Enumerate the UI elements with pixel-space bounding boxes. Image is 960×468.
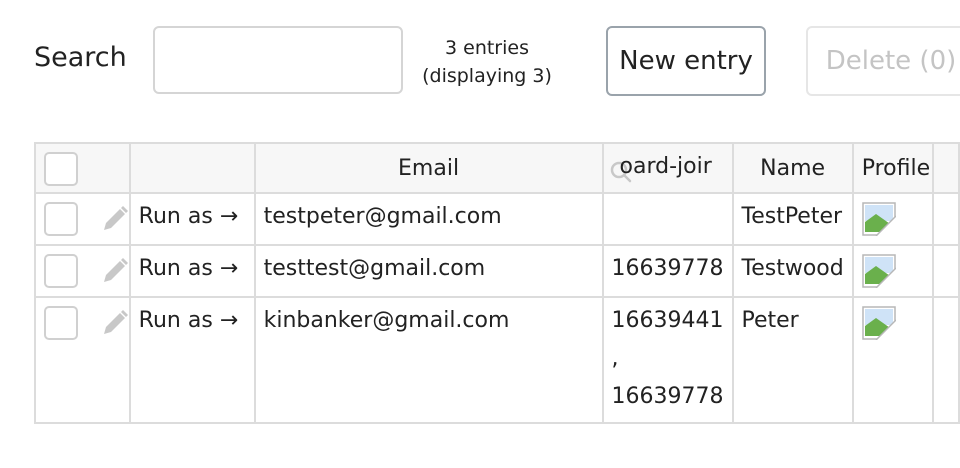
onboard-cell: 16639441 , 16639778 (601, 296, 734, 424)
profile-cell (851, 192, 934, 246)
delete-button[interactable]: Delete (0) (806, 26, 960, 96)
run-as-link[interactable]: Run as → (132, 195, 253, 232)
table-row: Run as → testpeter@gmail.com TestPeter (34, 192, 960, 246)
broken-image-icon (861, 306, 896, 340)
row-select-cell (34, 244, 131, 298)
email-cell: testpeter@gmail.com (253, 192, 604, 246)
overflow-cell (931, 244, 960, 298)
email-cell: kinbanker@gmail.com (253, 296, 604, 424)
onboard-value-line: 16639778 (611, 384, 724, 409)
row-checkbox[interactable] (44, 202, 78, 236)
name-header[interactable]: Name (731, 142, 854, 194)
broken-image-icon (861, 202, 896, 236)
onboard-value-separator: , (611, 346, 619, 371)
entries-total: 3 entries (445, 37, 529, 59)
name-cell: Testwood (731, 244, 854, 298)
profile-header[interactable]: Profile (851, 142, 934, 194)
onboard-header[interactable]: oard-joir (601, 142, 734, 194)
row-select-cell (34, 296, 131, 424)
run-as-header (128, 142, 256, 194)
edit-pencil-icon[interactable] (100, 256, 130, 286)
overflow-cell (931, 296, 960, 424)
email-header[interactable]: Email (253, 142, 604, 194)
select-all-checkbox[interactable] (44, 152, 78, 186)
entries-count: 3 entries (displaying 3) (412, 34, 562, 90)
entries-displaying: (displaying 3) (422, 65, 552, 87)
name-cell: Peter (731, 296, 854, 424)
toolbar: Search 3 entries (displaying 3) New entr… (0, 0, 960, 120)
table-row: Run as → testtest@gmail.com 16639778 Tes… (34, 244, 960, 298)
onboard-value-line: 16639441 (611, 308, 724, 333)
name-value: Peter (741, 308, 799, 333)
edit-pencil-icon[interactable] (100, 204, 130, 234)
name-value: TestPeter (741, 204, 843, 229)
table-row: Run as → kinbanker@gmail.com 16639441 , … (34, 296, 960, 424)
data-grid: Email oard-joir Name Profile Run as → te… (34, 142, 960, 424)
search-input[interactable] (153, 26, 403, 94)
onboard-value (605, 195, 731, 202)
entries-table: Email oard-joir Name Profile Run as → te… (34, 142, 960, 424)
row-checkbox[interactable] (44, 306, 78, 340)
select-all-header (34, 142, 131, 194)
edit-pencil-icon[interactable] (100, 308, 130, 338)
broken-image-icon (861, 254, 896, 288)
profile-cell (851, 244, 934, 298)
row-select-cell (34, 192, 131, 246)
onboard-value: 16639778 (611, 256, 724, 281)
run-as-link[interactable]: Run as → (132, 247, 253, 284)
run-as-cell[interactable]: Run as → (128, 244, 256, 298)
email-value: kinbanker@gmail.com (263, 308, 510, 333)
overflow-cell (931, 192, 960, 246)
run-as-cell[interactable]: Run as → (128, 296, 256, 424)
run-as-cell[interactable]: Run as → (128, 192, 256, 246)
onboard-value-multi: 16639441 , 16639778 (605, 299, 731, 416)
onboard-cell (601, 192, 734, 246)
onboard-header-label: oard-joir (619, 154, 712, 179)
name-cell: TestPeter (731, 192, 854, 246)
profile-cell (851, 296, 934, 424)
row-checkbox[interactable] (44, 254, 78, 288)
name-value: Testwood (741, 256, 844, 281)
new-entry-button[interactable]: New entry (606, 26, 766, 96)
email-value: testtest@gmail.com (263, 256, 486, 281)
overflow-column-header (931, 142, 960, 194)
email-value: testpeter@gmail.com (263, 204, 502, 229)
onboard-cell: 16639778 (601, 244, 734, 298)
email-cell: testtest@gmail.com (253, 244, 604, 298)
header-row: Email oard-joir Name Profile (34, 142, 960, 194)
search-label: Search (34, 42, 127, 73)
run-as-link[interactable]: Run as → (132, 299, 253, 336)
